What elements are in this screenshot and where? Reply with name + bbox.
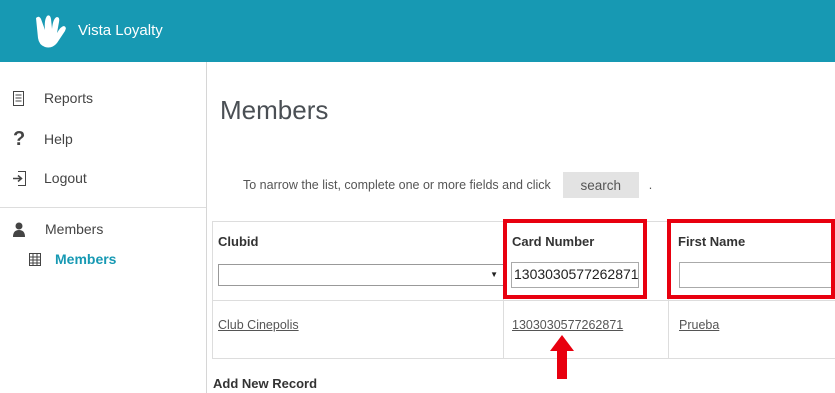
hands-logo-icon	[36, 15, 66, 48]
sidebar-item-label: Members	[55, 251, 117, 267]
document-icon	[13, 90, 24, 106]
add-new-record-link[interactable]: Add New Record	[213, 376, 317, 391]
filter-hint: To narrow the list, complete one or more…	[243, 172, 652, 198]
sidebar-item-members-group[interactable]: Members	[13, 221, 103, 237]
sidebar-item-logout[interactable]: Logout	[13, 170, 87, 186]
first-name-highlight-box	[667, 219, 835, 299]
clubid-link[interactable]: Club Cinepolis	[218, 318, 299, 332]
app-header: Vista Loyalty	[0, 0, 835, 62]
logout-icon	[13, 170, 26, 186]
hint-suffix: .	[648, 178, 653, 192]
row-divider	[213, 358, 835, 359]
app-title: Vista Loyalty	[78, 22, 163, 39]
card-number-highlight-box	[503, 219, 647, 299]
grid-icon	[29, 252, 41, 266]
page-title: Members	[220, 95, 329, 125]
clubid-filter-select[interactable]: ▼	[218, 264, 505, 286]
column-header-clubid[interactable]: Clubid	[218, 234, 258, 249]
dropdown-caret-icon: ▼	[490, 270, 498, 279]
sidebar-item-label: Members	[45, 221, 104, 237]
sidebar: Reports ? Help Logout Members Members	[0, 62, 207, 393]
user-icon	[13, 222, 25, 237]
sidebar-item-reports[interactable]: Reports	[13, 90, 93, 106]
sidebar-item-label: Reports	[44, 90, 94, 106]
sidebar-divider	[0, 207, 206, 208]
up-arrow-annotation-icon	[550, 335, 574, 379]
sidebar-item-help[interactable]: ? Help	[13, 128, 73, 150]
sidebar-item-label: Logout	[44, 170, 87, 186]
hint-text: To narrow the list, complete one or more…	[243, 178, 551, 192]
sidebar-item-members[interactable]: Members	[29, 251, 116, 267]
card-number-link[interactable]: 1303030577262871	[512, 318, 623, 332]
sidebar-item-label: Help	[44, 131, 73, 147]
search-button[interactable]: search	[562, 172, 639, 198]
header-divider	[213, 300, 835, 301]
first-name-link[interactable]: Prueba	[679, 318, 719, 332]
question-mark-icon: ?	[13, 128, 26, 150]
